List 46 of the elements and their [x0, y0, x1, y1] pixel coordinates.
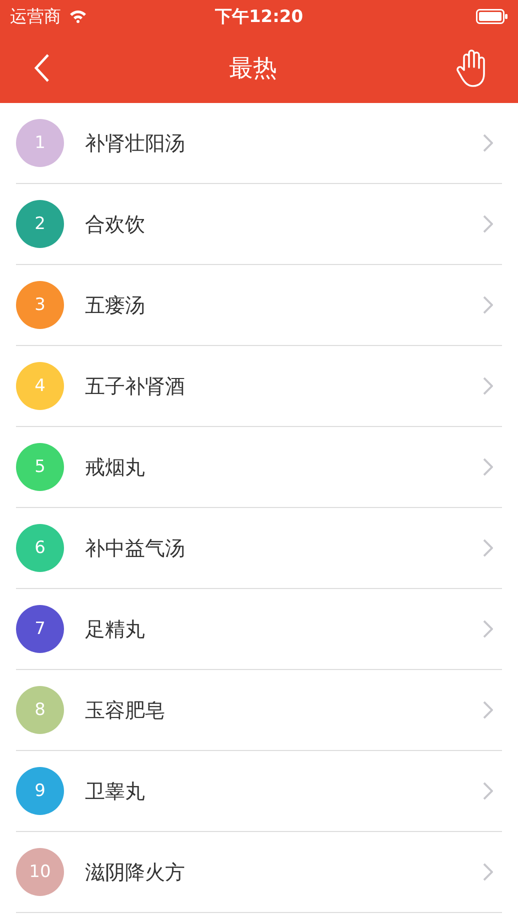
rank-badge: 2 — [16, 200, 64, 248]
chevron-icon — [483, 296, 493, 314]
back-icon[interactable] — [34, 52, 50, 82]
list-item[interactable]: 5 戒烟丸 — [16, 427, 502, 508]
item-name: 卫睾丸 — [85, 778, 146, 804]
list-item[interactable]: 7 足精丸 — [16, 589, 502, 670]
chevron-icon — [483, 782, 493, 800]
chevron-icon — [483, 701, 493, 719]
carrier-name: 运营商 — [10, 6, 61, 28]
rank-badge: 8 — [16, 686, 64, 734]
rank-badge: 5 — [16, 443, 64, 491]
chevron-icon — [483, 215, 493, 233]
item-name: 玉容肥皂 — [85, 696, 166, 724]
item-name: 滋阴降火方 — [85, 858, 186, 886]
list-item[interactable]: 3 五瘘汤 — [16, 265, 502, 346]
page-title: 最热 — [229, 52, 277, 84]
list-item[interactable]: 9 卫睾丸 — [16, 751, 502, 832]
item-name: 补中益气汤 — [85, 534, 186, 562]
item-name: 五子补肾酒 — [85, 372, 186, 400]
chevron-icon — [483, 863, 493, 881]
list-item[interactable]: 10 滋阴降火方 — [16, 832, 502, 913]
rank-badge: 10 — [16, 848, 64, 896]
rank-badge: 4 — [16, 362, 64, 410]
chevron-icon — [483, 458, 493, 476]
list-item[interactable]: 4 五子补肾酒 — [16, 346, 502, 427]
rank-badge: 1 — [16, 119, 64, 167]
rank-badge: 7 — [16, 605, 64, 653]
list-item[interactable]: 6 补中益气汤 — [16, 508, 502, 589]
item-name: 合欢饮 — [85, 210, 146, 238]
chevron-icon — [483, 539, 493, 557]
rank-badge: 9 — [16, 767, 64, 815]
item-name: 五瘘汤 — [85, 292, 146, 318]
rank-badge: 3 — [16, 281, 64, 329]
item-name: 戒烟丸 — [85, 454, 146, 480]
wifi-icon — [69, 9, 87, 23]
list-item[interactable]: 8 玉容肥皂 — [16, 670, 502, 751]
chevron-icon — [483, 377, 493, 395]
chevron-icon — [483, 620, 493, 638]
rank-badge: 6 — [16, 524, 64, 572]
list-item[interactable]: 1 补肾壮阳汤 — [16, 103, 502, 184]
status-time: 下午12:20 — [214, 6, 304, 28]
battery-icon — [476, 8, 508, 24]
chevron-icon — [483, 134, 493, 152]
list-item[interactable]: 2 合欢饮 — [16, 184, 502, 265]
item-name: 补肾壮阳汤 — [85, 130, 186, 156]
item-name: 足精丸 — [85, 616, 146, 642]
